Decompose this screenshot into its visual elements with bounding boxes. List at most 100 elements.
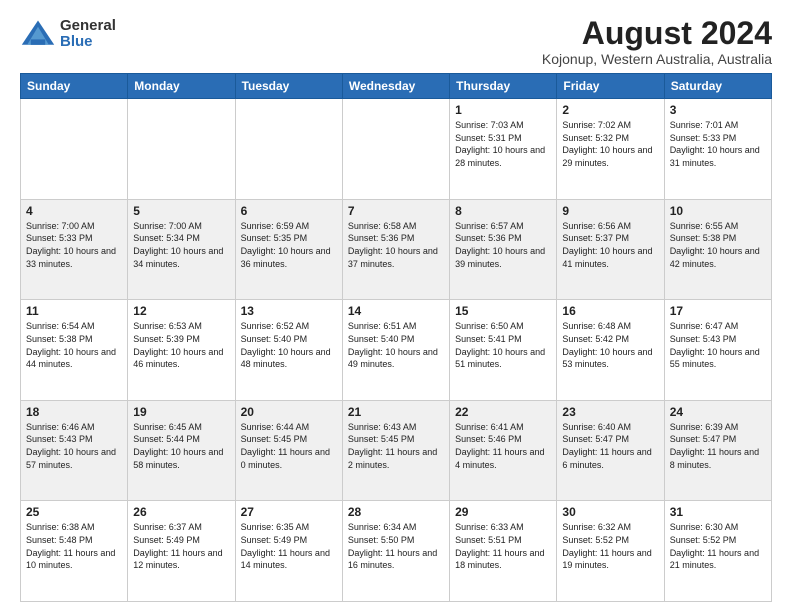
day-number: 10 xyxy=(670,204,766,218)
day-cell-1-4 xyxy=(342,99,449,200)
logo: General Blue xyxy=(20,16,116,52)
day-info: Sunrise: 6:38 AM Sunset: 5:48 PM Dayligh… xyxy=(26,521,122,571)
day-number: 4 xyxy=(26,204,122,218)
title-section: August 2024 Kojonup, Western Australia, … xyxy=(542,16,772,67)
day-info: Sunrise: 7:03 AM Sunset: 5:31 PM Dayligh… xyxy=(455,119,551,169)
day-cell-1-1 xyxy=(21,99,128,200)
week-row-4: 18 Sunrise: 6:46 AM Sunset: 5:43 PM Dayli… xyxy=(21,400,772,501)
day-info: Sunrise: 6:39 AM Sunset: 5:47 PM Dayligh… xyxy=(670,421,766,471)
day-info: Sunrise: 6:46 AM Sunset: 5:43 PM Dayligh… xyxy=(26,421,122,471)
day-cell-1-6: 2Sunrise: 7:02 AM Sunset: 5:32 PM Daylig… xyxy=(557,99,664,200)
logo-text: General Blue xyxy=(60,18,116,51)
day-cell-5-7: 31 Sunrise: 6:30 AM Sunset: 5:52 PM Dayli… xyxy=(664,501,771,602)
day-number: 19 xyxy=(133,405,229,419)
day-cell-2-7: 10 Sunrise: 6:55 AM Sunset: 5:38 PM Dayli… xyxy=(664,199,771,300)
day-info: Sunrise: 6:37 AM Sunset: 5:49 PM Dayligh… xyxy=(133,521,229,571)
day-info: Sunrise: 6:51 AM Sunset: 5:40 PM Dayligh… xyxy=(348,320,444,370)
header-day-saturday: Saturday xyxy=(664,74,771,99)
day-number: 27 xyxy=(241,505,337,519)
day-info: Sunrise: 6:55 AM Sunset: 5:38 PM Dayligh… xyxy=(670,220,766,270)
day-number: 8 xyxy=(455,204,551,218)
logo-icon xyxy=(20,16,56,52)
day-info: Sunrise: 6:58 AM Sunset: 5:36 PM Dayligh… xyxy=(348,220,444,270)
day-number: 12 xyxy=(133,304,229,318)
day-number: 2 xyxy=(562,103,658,117)
day-cell-5-5: 29 Sunrise: 6:33 AM Sunset: 5:51 PM Dayli… xyxy=(450,501,557,602)
day-cell-3-2: 12 Sunrise: 6:53 AM Sunset: 5:39 PM Dayli… xyxy=(128,300,235,401)
day-cell-1-2 xyxy=(128,99,235,200)
day-cell-5-6: 30 Sunrise: 6:32 AM Sunset: 5:52 PM Dayli… xyxy=(557,501,664,602)
day-number: 1 xyxy=(455,103,551,117)
day-cell-4-4: 21Sunrise: 6:43 AM Sunset: 5:45 PM Dayli… xyxy=(342,400,449,501)
header-day-friday: Friday xyxy=(557,74,664,99)
week-row-2: 4 Sunrise: 7:00 AM Sunset: 5:33 PM Daylig… xyxy=(21,199,772,300)
day-number: 16 xyxy=(562,304,658,318)
day-info: Sunrise: 6:30 AM Sunset: 5:52 PM Dayligh… xyxy=(670,521,766,571)
day-number: 7 xyxy=(348,204,444,218)
day-number: 20 xyxy=(241,405,337,419)
day-number: 18 xyxy=(26,405,122,419)
day-cell-1-3 xyxy=(235,99,342,200)
day-number: 29 xyxy=(455,505,551,519)
day-cell-1-7: 3 Sunrise: 7:01 AM Sunset: 5:33 PM Daylig… xyxy=(664,99,771,200)
logo-general: General xyxy=(60,18,116,35)
day-info: Sunrise: 7:00 AM Sunset: 5:34 PM Dayligh… xyxy=(133,220,229,270)
day-number: 28 xyxy=(348,505,444,519)
day-cell-4-6: 23 Sunrise: 6:40 AM Sunset: 5:47 PM Dayli… xyxy=(557,400,664,501)
day-cell-1-5: 1 Sunrise: 7:03 AM Sunset: 5:31 PM Daylig… xyxy=(450,99,557,200)
header-day-tuesday: Tuesday xyxy=(235,74,342,99)
day-info: Sunrise: 6:56 AM Sunset: 5:37 PM Dayligh… xyxy=(562,220,658,270)
day-cell-2-2: 5 Sunrise: 7:00 AM Sunset: 5:34 PM Daylig… xyxy=(128,199,235,300)
day-info: Sunrise: 7:01 AM Sunset: 5:33 PM Dayligh… xyxy=(670,119,766,169)
day-info: Sunrise: 6:54 AM Sunset: 5:38 PM Dayligh… xyxy=(26,320,122,370)
day-info: Sunrise: 6:44 AM Sunset: 5:45 PM Dayligh… xyxy=(241,421,337,471)
day-info: Sunrise: 7:00 AM Sunset: 5:33 PM Dayligh… xyxy=(26,220,122,270)
day-number: 11 xyxy=(26,304,122,318)
day-cell-5-4: 28Sunrise: 6:34 AM Sunset: 5:50 PM Dayli… xyxy=(342,501,449,602)
day-info: Sunrise: 6:59 AM Sunset: 5:35 PM Dayligh… xyxy=(241,220,337,270)
day-number: 22 xyxy=(455,405,551,419)
day-cell-4-2: 19Sunrise: 6:45 AM Sunset: 5:44 PM Dayli… xyxy=(128,400,235,501)
day-number: 6 xyxy=(241,204,337,218)
day-cell-5-2: 26Sunrise: 6:37 AM Sunset: 5:49 PM Dayli… xyxy=(128,501,235,602)
day-info: Sunrise: 6:32 AM Sunset: 5:52 PM Dayligh… xyxy=(562,521,658,571)
day-cell-4-1: 18 Sunrise: 6:46 AM Sunset: 5:43 PM Dayli… xyxy=(21,400,128,501)
day-cell-2-4: 7 Sunrise: 6:58 AM Sunset: 5:36 PM Daylig… xyxy=(342,199,449,300)
day-cell-4-7: 24 Sunrise: 6:39 AM Sunset: 5:47 PM Dayli… xyxy=(664,400,771,501)
day-info: Sunrise: 6:53 AM Sunset: 5:39 PM Dayligh… xyxy=(133,320,229,370)
header-row: SundayMondayTuesdayWednesdayThursdayFrid… xyxy=(21,74,772,99)
day-info: Sunrise: 6:57 AM Sunset: 5:36 PM Dayligh… xyxy=(455,220,551,270)
top-section: General Blue August 2024 Kojonup, Wester… xyxy=(20,16,772,67)
week-row-1: 1 Sunrise: 7:03 AM Sunset: 5:31 PM Daylig… xyxy=(21,99,772,200)
subtitle: Kojonup, Western Australia, Australia xyxy=(542,51,772,67)
day-cell-5-1: 25Sunrise: 6:38 AM Sunset: 5:48 PM Dayli… xyxy=(21,501,128,602)
day-cell-2-5: 8 Sunrise: 6:57 AM Sunset: 5:36 PM Daylig… xyxy=(450,199,557,300)
day-info: Sunrise: 6:47 AM Sunset: 5:43 PM Dayligh… xyxy=(670,320,766,370)
week-row-5: 25Sunrise: 6:38 AM Sunset: 5:48 PM Dayli… xyxy=(21,501,772,602)
day-number: 15 xyxy=(455,304,551,318)
header-day-monday: Monday xyxy=(128,74,235,99)
day-cell-5-3: 27 Sunrise: 6:35 AM Sunset: 5:49 PM Dayli… xyxy=(235,501,342,602)
day-info: Sunrise: 6:50 AM Sunset: 5:41 PM Dayligh… xyxy=(455,320,551,370)
day-info: Sunrise: 6:52 AM Sunset: 5:40 PM Dayligh… xyxy=(241,320,337,370)
day-cell-3-5: 15 Sunrise: 6:50 AM Sunset: 5:41 PM Dayli… xyxy=(450,300,557,401)
main-title: August 2024 xyxy=(542,16,772,51)
header-day-thursday: Thursday xyxy=(450,74,557,99)
day-info: Sunrise: 6:43 AM Sunset: 5:45 PM Dayligh… xyxy=(348,421,444,471)
header-day-sunday: Sunday xyxy=(21,74,128,99)
day-info: Sunrise: 6:35 AM Sunset: 5:49 PM Dayligh… xyxy=(241,521,337,571)
day-cell-3-3: 13Sunrise: 6:52 AM Sunset: 5:40 PM Dayli… xyxy=(235,300,342,401)
day-cell-3-7: 17Sunrise: 6:47 AM Sunset: 5:43 PM Dayli… xyxy=(664,300,771,401)
day-number: 24 xyxy=(670,405,766,419)
day-cell-3-6: 16 Sunrise: 6:48 AM Sunset: 5:42 PM Dayli… xyxy=(557,300,664,401)
day-info: Sunrise: 6:48 AM Sunset: 5:42 PM Dayligh… xyxy=(562,320,658,370)
day-cell-3-1: 11 Sunrise: 6:54 AM Sunset: 5:38 PM Dayli… xyxy=(21,300,128,401)
day-info: Sunrise: 6:33 AM Sunset: 5:51 PM Dayligh… xyxy=(455,521,551,571)
day-info: Sunrise: 6:40 AM Sunset: 5:47 PM Dayligh… xyxy=(562,421,658,471)
day-number: 31 xyxy=(670,505,766,519)
day-cell-2-3: 6 Sunrise: 6:59 AM Sunset: 5:35 PM Daylig… xyxy=(235,199,342,300)
day-number: 30 xyxy=(562,505,658,519)
day-number: 23 xyxy=(562,405,658,419)
day-number: 5 xyxy=(133,204,229,218)
day-number: 3 xyxy=(670,103,766,117)
